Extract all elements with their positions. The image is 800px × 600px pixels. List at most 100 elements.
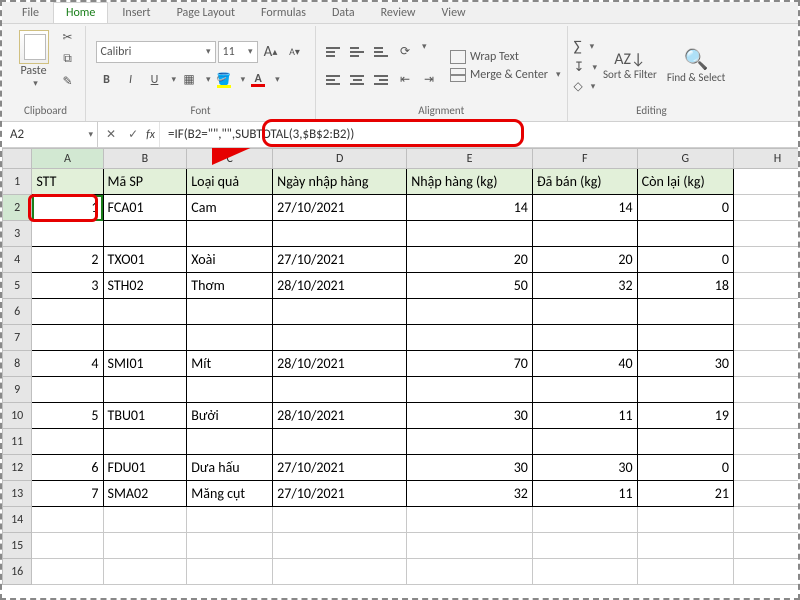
col-header-G[interactable]: G xyxy=(637,149,733,169)
cell[interactable] xyxy=(103,299,187,325)
merge-center-button[interactable]: Merge & Center▾ xyxy=(450,68,561,82)
align-bottom-icon[interactable] xyxy=(370,41,392,63)
cell[interactable] xyxy=(407,377,533,403)
cell[interactable] xyxy=(273,533,407,559)
cell[interactable] xyxy=(103,559,187,585)
cell[interactable]: 50 xyxy=(407,273,533,299)
cell[interactable] xyxy=(532,507,637,533)
find-select-button[interactable]: 🔍 Find & Select xyxy=(663,47,729,84)
cell[interactable] xyxy=(637,221,733,247)
cell[interactable]: 7 xyxy=(32,481,103,507)
cell[interactable]: Xoài xyxy=(187,247,273,273)
cell[interactable] xyxy=(407,533,533,559)
underline-button[interactable]: U xyxy=(144,69,166,91)
cell[interactable] xyxy=(187,429,273,455)
row-header[interactable]: 7 xyxy=(3,325,32,351)
cell[interactable]: 0 xyxy=(637,455,733,481)
cell[interactable] xyxy=(733,299,798,325)
decrease-font-icon[interactable]: A▾ xyxy=(284,41,306,63)
wrap-text-button[interactable]: Wrap Text xyxy=(450,50,519,64)
cell[interactable] xyxy=(32,299,103,325)
cell[interactable] xyxy=(273,221,407,247)
cell[interactable]: 14 xyxy=(407,195,533,221)
cell[interactable] xyxy=(103,377,187,403)
cell[interactable]: 18 xyxy=(637,273,733,299)
cell[interactable] xyxy=(733,195,798,221)
cell[interactable]: Ngày nhập hàng xyxy=(273,169,407,195)
italic-button[interactable]: I xyxy=(120,69,142,91)
cell[interactable] xyxy=(733,169,798,195)
cell[interactable]: 40 xyxy=(532,351,637,377)
fx-icon[interactable]: fx xyxy=(146,128,155,142)
borders-icon[interactable]: ▦ xyxy=(178,69,200,91)
decrease-indent-icon[interactable]: ⇤ xyxy=(394,69,416,91)
sort-filter-button[interactable]: AZ↓ Sort & Filter xyxy=(599,50,661,81)
cell[interactable] xyxy=(733,247,798,273)
cell[interactable] xyxy=(103,429,187,455)
select-all-corner[interactable] xyxy=(3,149,32,169)
cell[interactable] xyxy=(733,351,798,377)
cell[interactable]: 21 xyxy=(637,481,733,507)
fill-color-icon[interactable]: 🪣 xyxy=(213,69,235,91)
cancel-formula-icon[interactable]: ✕ xyxy=(102,127,120,142)
cell[interactable]: Nhập hàng (kg) xyxy=(407,169,533,195)
cell[interactable] xyxy=(733,221,798,247)
cell[interactable] xyxy=(103,507,187,533)
cell[interactable]: 32 xyxy=(532,273,637,299)
row-header[interactable]: 16 xyxy=(3,559,32,585)
cell[interactable] xyxy=(103,221,187,247)
orientation-icon[interactable]: ⟳ xyxy=(394,41,416,63)
paste-button[interactable]: Paste ▾ xyxy=(15,28,53,91)
tab-home[interactable]: Home xyxy=(53,2,108,23)
cell[interactable]: Còn lại (kg) xyxy=(637,169,733,195)
col-header-D[interactable]: D xyxy=(273,149,407,169)
row-header[interactable]: 11 xyxy=(3,429,32,455)
cell[interactable] xyxy=(637,299,733,325)
cell[interactable] xyxy=(637,533,733,559)
cell[interactable] xyxy=(733,273,798,299)
cell[interactable] xyxy=(187,221,273,247)
col-header-E[interactable]: E xyxy=(407,149,533,169)
cell[interactable]: 30 xyxy=(532,455,637,481)
font-color-icon[interactable]: A xyxy=(247,69,269,91)
tab-page-layout[interactable]: Page Layout xyxy=(165,3,247,23)
bold-button[interactable]: B xyxy=(96,69,118,91)
cell[interactable] xyxy=(532,325,637,351)
cell[interactable]: 28/10/2021 xyxy=(273,403,407,429)
cell[interactable]: FCA01 xyxy=(103,195,187,221)
cell[interactable]: Bưởi xyxy=(187,403,273,429)
cell[interactable]: 28/10/2021 xyxy=(273,273,407,299)
cell[interactable]: 14 xyxy=(532,195,637,221)
copy-icon[interactable]: ⧉ xyxy=(59,50,77,68)
cell[interactable]: 30 xyxy=(407,403,533,429)
cell[interactable] xyxy=(733,403,798,429)
align-center-icon[interactable] xyxy=(346,69,368,91)
cell[interactable]: Mã SP xyxy=(103,169,187,195)
col-header-B[interactable]: B xyxy=(103,149,187,169)
fill-button[interactable]: ↧▾ xyxy=(574,60,597,75)
tab-view[interactable]: View xyxy=(430,3,478,23)
cell[interactable]: 5 xyxy=(32,403,103,429)
cell[interactable]: FDU01 xyxy=(103,455,187,481)
row-header[interactable]: 9 xyxy=(3,377,32,403)
cell[interactable] xyxy=(273,377,407,403)
cell[interactable]: Dưa hấu xyxy=(187,455,273,481)
cell[interactable] xyxy=(32,221,103,247)
cell[interactable]: 27/10/2021 xyxy=(273,195,407,221)
cell[interactable] xyxy=(733,325,798,351)
col-header-F[interactable]: F xyxy=(532,149,637,169)
row-header[interactable]: 1 xyxy=(3,169,32,195)
cell[interactable]: Mít xyxy=(187,351,273,377)
tab-file[interactable]: File xyxy=(10,3,51,23)
row-header[interactable]: 4 xyxy=(3,247,32,273)
row-header[interactable]: 14 xyxy=(3,507,32,533)
cell[interactable]: SMA02 xyxy=(103,481,187,507)
name-box[interactable]: A2 ▾ xyxy=(2,122,98,147)
align-middle-icon[interactable] xyxy=(346,41,368,63)
cell[interactable] xyxy=(187,559,273,585)
cell[interactable] xyxy=(187,299,273,325)
cell[interactable]: SMI01 xyxy=(103,351,187,377)
cell[interactable]: 4 xyxy=(32,351,103,377)
cell[interactable]: 3 xyxy=(32,273,103,299)
cell[interactable] xyxy=(532,559,637,585)
